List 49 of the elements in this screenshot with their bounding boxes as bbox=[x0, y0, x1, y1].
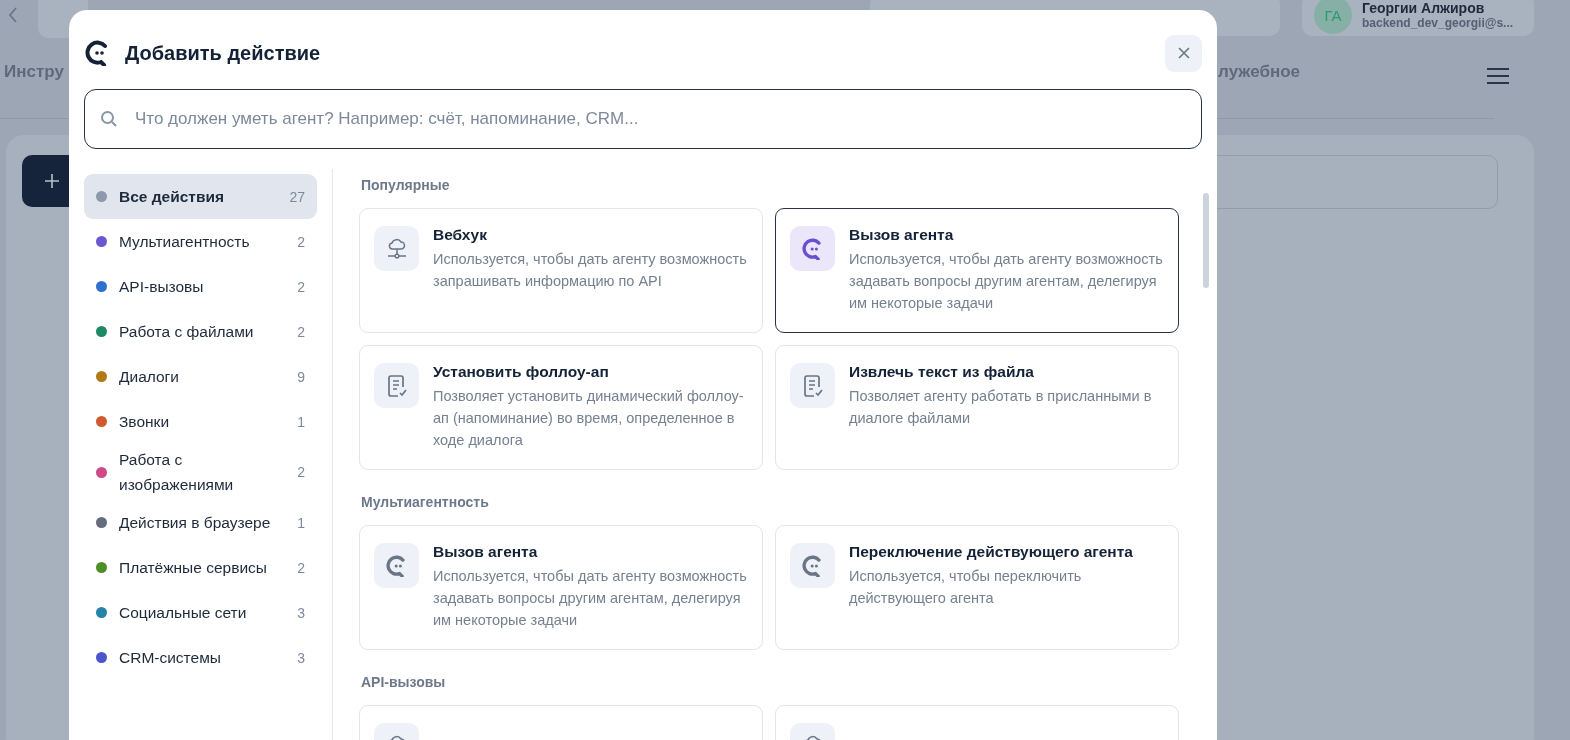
card-title: Извлечь текст из файла bbox=[849, 363, 1035, 381]
action-card[interactable]: Извлечь текст из файла Позволяет агенту работать в присланными в диалоге файлами bbox=[775, 345, 1179, 470]
category-item[interactable]: Звонки 1 bbox=[84, 399, 317, 444]
dialog-title: Добавить действие bbox=[125, 41, 321, 65]
agent-logo-icon bbox=[801, 554, 824, 577]
agent-logo-icon bbox=[385, 554, 408, 577]
card-title: Переключение действующего агента bbox=[849, 543, 1134, 561]
user-email: backend_dev_georgii@s... bbox=[1362, 16, 1514, 30]
section-title: Мультиагентность bbox=[361, 494, 490, 510]
cloud-network-icon bbox=[385, 237, 408, 260]
back-chevron-icon[interactable] bbox=[8, 7, 18, 23]
card-description: Используется, чтобы переключить действующего агента bbox=[849, 567, 1083, 608]
category-item[interactable]: Диалоги 9 bbox=[84, 354, 317, 399]
close-icon bbox=[1177, 47, 1190, 59]
action-card[interactable]: Переключение действующего агента Используется, чтобы переключить действующего агента bbox=[775, 525, 1179, 650]
section-title: API-вызовы bbox=[361, 674, 447, 690]
card-description: Используется, чтобы дать агенту возможность задавать вопросы другим агентам, делегируя им некоторые задачи bbox=[433, 567, 748, 630]
user-name: Георгии Алжиров bbox=[1362, 0, 1486, 16]
category-item[interactable]: Все действия 27 bbox=[84, 174, 317, 219]
action-card[interactable]: Вебхук Используется, чтобы дать агенту возможность запрашивать информацию по API bbox=[359, 208, 763, 333]
document-check-icon bbox=[801, 373, 824, 398]
category-item[interactable]: Действия в браузере 1 bbox=[84, 500, 317, 545]
card-title: Вебхук bbox=[433, 226, 488, 244]
search-field[interactable]: Что должен уметь агент? Например: счёт, напоминание, CRM... bbox=[84, 89, 1202, 149]
plus-icon bbox=[44, 173, 60, 189]
card-title: Вызов агента bbox=[433, 543, 539, 561]
card-description: Используется, чтобы дать агенту возможность запрашивать информацию по API bbox=[433, 250, 748, 291]
action-card[interactable]: Вызов агента Используется, чтобы дать агенту возможность задавать вопросы другим агентам, делегируя им некоторые задачи bbox=[359, 525, 763, 650]
user-card[interactable]: ГА Георгии Алжиров backend_dev_georgii@s... bbox=[1302, 0, 1534, 36]
avatar: ГА bbox=[1314, 0, 1352, 34]
category-item[interactable]: CRM-системы 3 bbox=[84, 635, 317, 680]
card-description: Используется, чтобы дать агенту возможность задавать вопросы другим агентам, делегируя им некоторые задачи bbox=[849, 250, 1164, 313]
card-title: Установить фоллоу-ап bbox=[433, 363, 610, 381]
category-item[interactable]: Социальные сети 3 bbox=[84, 590, 317, 635]
card-description: Позволяет установить динамический фоллоу-ап (напоминание) во время, определенное в ходе диалога bbox=[433, 387, 745, 450]
document-check-icon bbox=[385, 373, 408, 398]
card-description: Позволяет агенту работать в присланными в диалоге файлами bbox=[849, 387, 1153, 428]
agent-logo-icon bbox=[801, 237, 824, 260]
category-item[interactable]: Платёжные сервисы 2 bbox=[84, 545, 317, 590]
section-title: Популярные bbox=[361, 177, 451, 193]
category-item[interactable]: Работа с изображениями 2 bbox=[84, 444, 317, 500]
action-card[interactable]: Вызов агента Используется, чтобы дать агенту возможность задавать вопросы другим агентам, делегируя им некоторые задачи bbox=[775, 208, 1179, 333]
close-button[interactable] bbox=[1165, 34, 1202, 72]
category-item[interactable]: API-вызовы 2 bbox=[84, 264, 317, 309]
category-item[interactable]: Мультиагентность 2 bbox=[84, 219, 317, 264]
category-item[interactable]: Работа с файлами 2 bbox=[84, 309, 317, 354]
action-card[interactable]: Установить фоллоу-ап Позволяет установить динамический фоллоу-ап (напоминание) во время, определенное в ходе диалога bbox=[359, 345, 763, 470]
menu-icon[interactable] bbox=[1486, 67, 1510, 85]
card-title: Вызов агента bbox=[849, 226, 955, 244]
